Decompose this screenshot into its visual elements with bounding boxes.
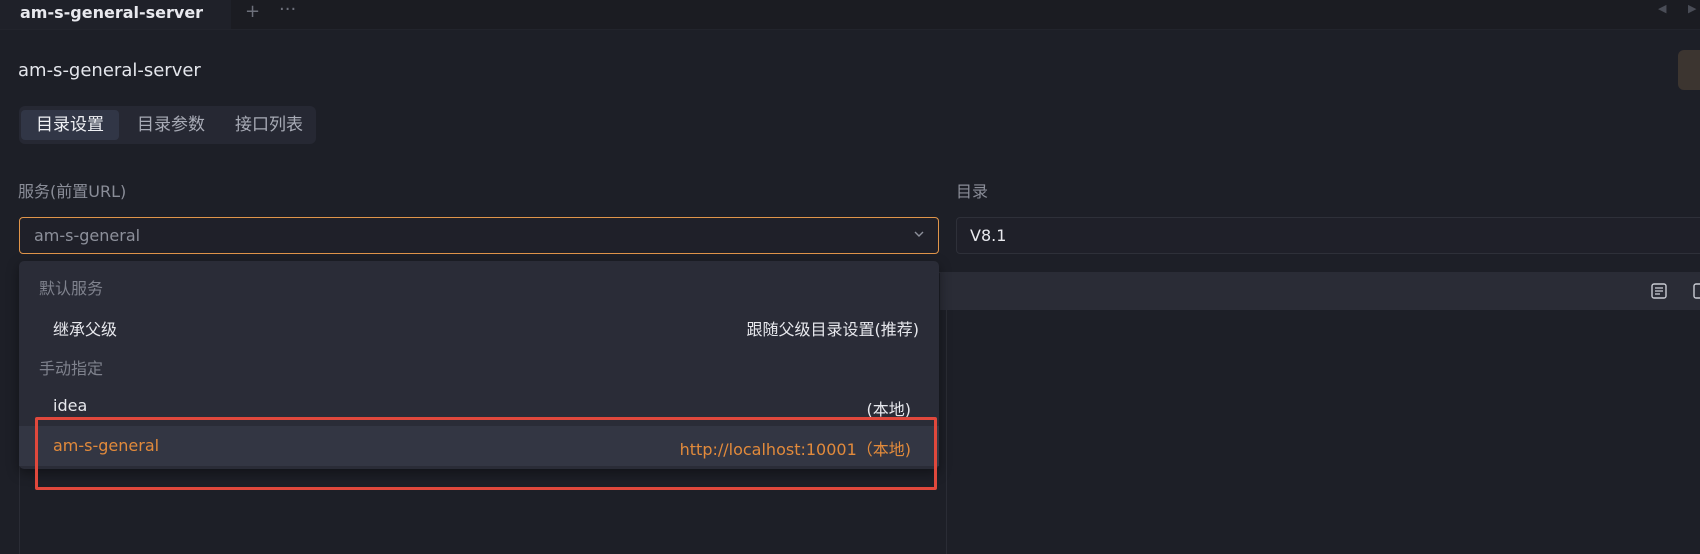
service-select-value: am-s-general — [34, 226, 141, 245]
more-icon[interactable]: ··· — [279, 0, 296, 20]
directory-input[interactable]: V8.1 — [956, 217, 1700, 254]
run-button[interactable] — [1678, 50, 1700, 90]
group-label-manual: 手动指定 — [39, 359, 104, 378]
option-inherit-parent[interactable]: 继承父级 跟随父级目录设置(推荐) — [19, 306, 939, 346]
tab-directory-settings[interactable]: 目录设置 — [21, 110, 119, 140]
tab-bar: am-s-general-server + ··· ◀ ▶ — [0, 0, 1700, 30]
directory-label: 目录 — [956, 182, 989, 201]
option-name: idea — [53, 396, 88, 415]
tab-directory-params[interactable]: 目录参数 — [125, 110, 217, 140]
app-window: am-s-general-server + ··· ◀ ▶ am-s-gener… — [0, 0, 1700, 554]
add-tab-icon[interactable]: + — [245, 1, 260, 22]
scroll-left-icon[interactable]: ◀ — [1658, 2, 1666, 15]
highlight-annotation — [35, 417, 937, 490]
option-desc: 跟随父级目录设置(推荐) — [746, 320, 920, 339]
tab-am-s-general-server[interactable]: am-s-general-server — [0, 0, 231, 29]
service-label: 服务(前置URL) — [18, 182, 127, 201]
option-name: 继承父级 — [53, 320, 118, 339]
directory-input-value: V8.1 — [970, 226, 1007, 245]
service-select[interactable]: am-s-general — [19, 217, 939, 254]
expand-icon[interactable] — [1692, 282, 1700, 300]
editor-toolbar — [940, 272, 1700, 310]
chevron-down-icon — [914, 231, 924, 237]
page-title: am-s-general-server — [18, 60, 201, 81]
group-label-default: 默认服务 — [39, 279, 104, 298]
section-tabs: 目录设置 目录参数 接口列表 — [19, 106, 316, 144]
scroll-right-icon[interactable]: ▶ — [1688, 2, 1696, 15]
document-icon[interactable] — [1650, 282, 1668, 300]
tab-title: am-s-general-server — [20, 3, 204, 22]
tab-api-list[interactable]: 接口列表 — [223, 110, 315, 140]
